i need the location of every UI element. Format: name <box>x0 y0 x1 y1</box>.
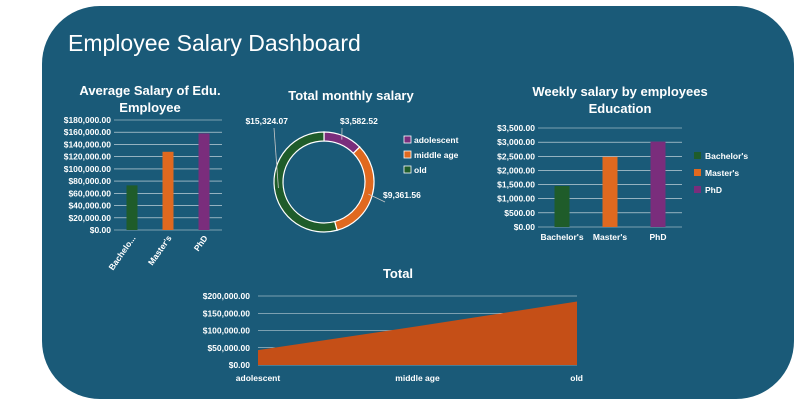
weekly-salary-ytick-label: $500.00 <box>504 208 535 218</box>
donut-legend-label: adolescent <box>414 135 459 145</box>
total-ytick-label: $0.00 <box>229 360 251 370</box>
total-ytick-label: $150,000.00 <box>203 308 251 318</box>
avg-salary-ytick-label: $120,000.00 <box>64 152 112 162</box>
donut-data-label: $15,324.07 <box>245 116 288 126</box>
donut-legend-swatch <box>403 150 412 159</box>
avg-salary-bar <box>198 133 210 230</box>
weekly-salary-xtick-label: Master's <box>593 232 627 242</box>
weekly-legend-swatch <box>694 186 701 193</box>
total-ytick-label: $50,000.00 <box>207 343 250 353</box>
avg-salary-ytick-label: $40,000.00 <box>68 201 111 211</box>
avg-salary-bar <box>162 151 174 230</box>
total-xtick-label: middle age <box>395 373 440 383</box>
weekly-salary-ytick-label: $2,000.00 <box>497 165 535 175</box>
total-ytick-label: $100,000.00 <box>203 326 251 336</box>
donut-slice <box>333 146 375 231</box>
weekly-salary-ytick-label: $3,500.00 <box>497 123 535 133</box>
avg-salary-xtick-label: Master's <box>146 233 174 267</box>
avg-salary-bar <box>126 185 138 230</box>
weekly-salary-bar <box>650 141 666 227</box>
weekly-legend-label: Master's <box>705 168 739 178</box>
weekly-salary-ytick-label: $0.00 <box>514 222 536 232</box>
donut-legend-swatch <box>403 135 412 144</box>
total-xtick-label: old <box>570 373 583 383</box>
weekly-legend-label: PhD <box>705 185 722 195</box>
total-area <box>258 301 577 365</box>
avg-salary-bar-chart: $180,000.00 $160,000.00 $140,000.00 $120,00… <box>64 115 222 272</box>
weekly-salary-xtick-label: Bachelor's <box>540 232 583 242</box>
donut-slice <box>273 131 338 233</box>
avg-salary-xtick-label: Bachelo... <box>106 233 137 272</box>
weekly-salary-bar <box>554 185 570 227</box>
avg-salary-ytick-label: $0.00 <box>90 225 112 235</box>
donut-data-label: $3,582.52 <box>340 116 378 126</box>
avg-salary-ytick-label: $80,000.00 <box>68 176 111 186</box>
weekly-salary-xtick-label: PhD <box>650 232 667 242</box>
weekly-salary-ytick-label: $3,000.00 <box>497 137 535 147</box>
donut-legend-swatch <box>403 165 412 174</box>
weekly-salary-bar <box>602 156 618 227</box>
avg-salary-ytick-label: $20,000.00 <box>68 213 111 223</box>
total-xtick-label: adolescent <box>236 373 281 383</box>
donut-legend-label: middle age <box>414 150 459 160</box>
avg-salary-ytick-label: $140,000.00 <box>64 139 112 149</box>
avg-salary-xtick-label: PhD <box>192 233 210 253</box>
donut-legend-label: old <box>414 165 427 175</box>
donut-data-label: $9,361.56 <box>383 190 421 200</box>
weekly-salary-bar-chart: $3,500.00 $3,000.00 $2,500.00 $2,000.00 $1,5… <box>497 123 748 242</box>
weekly-legend-swatch <box>694 169 701 176</box>
weekly-legend-label: Bachelor's <box>705 151 748 161</box>
weekly-legend-swatch <box>694 152 701 159</box>
avg-salary-ytick-label: $60,000.00 <box>68 188 111 198</box>
avg-salary-ytick-label: $180,000.00 <box>64 115 112 125</box>
weekly-salary-ytick-label: $1,000.00 <box>497 194 535 204</box>
monthly-salary-donut-chart: $3,582.52 $9,361.56 $15,324.07 adolescent mi… <box>245 116 459 233</box>
avg-salary-ytick-label: $160,000.00 <box>64 127 112 137</box>
total-area-chart: $200,000.00 $150,000.00 $100,000.00 $50,000… <box>203 291 583 383</box>
avg-salary-ytick-label: $100,000.00 <box>64 164 112 174</box>
weekly-salary-ytick-label: $2,500.00 <box>497 151 535 161</box>
total-ytick-label: $200,000.00 <box>203 291 251 301</box>
dashboard-charts-svg: $180,000.00 $160,000.00 $140,000.00 $120,00… <box>64 115 749 383</box>
weekly-salary-ytick-label: $1,500.00 <box>497 180 535 190</box>
